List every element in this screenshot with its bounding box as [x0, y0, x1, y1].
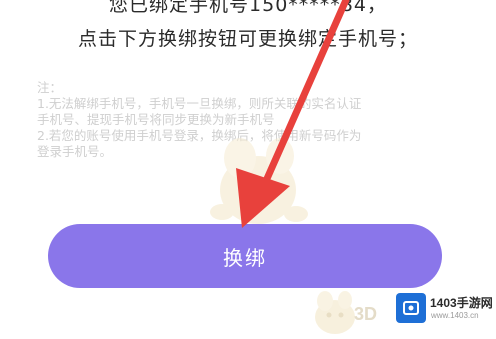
notes-line-2: 手机号、提现手机号将同步更换为新手机号 [37, 112, 275, 127]
brand-url: www.1403.cn [431, 311, 479, 320]
notes-title: 注： [37, 80, 63, 95]
rebind-instruction-text: 点击下方换绑按钮可更换绑定手机号； [77, 28, 418, 50]
rebind-button[interactable]: 换绑 [48, 224, 442, 288]
notes-line-4: 登录手机号。 [37, 144, 113, 159]
bound-phone-text: 您已绑定手机号150*****84， [109, 0, 387, 16]
brand-logo-icon [396, 293, 426, 323]
brand-name: 1403手游网 [430, 296, 493, 310]
rebind-phone-page: 您已绑定手机号150*****84， 点击下方换绑按钮可更换绑定手机号； 注： … [0, 0, 496, 339]
notes-line-3: 2.若您的账号使用手机号登录，换绑后，将使用新号码作为 [37, 128, 362, 143]
notes-section: 注： 1.无法解绑手机号，手机号一旦换绑，则所关联的实名认证 手机号、提现手机号… [37, 80, 457, 160]
faint-watermark-text: 3D [354, 304, 378, 324]
notes-line-1: 1.无法解绑手机号，手机号一旦换绑，则所关联的实名认证 [37, 96, 362, 111]
